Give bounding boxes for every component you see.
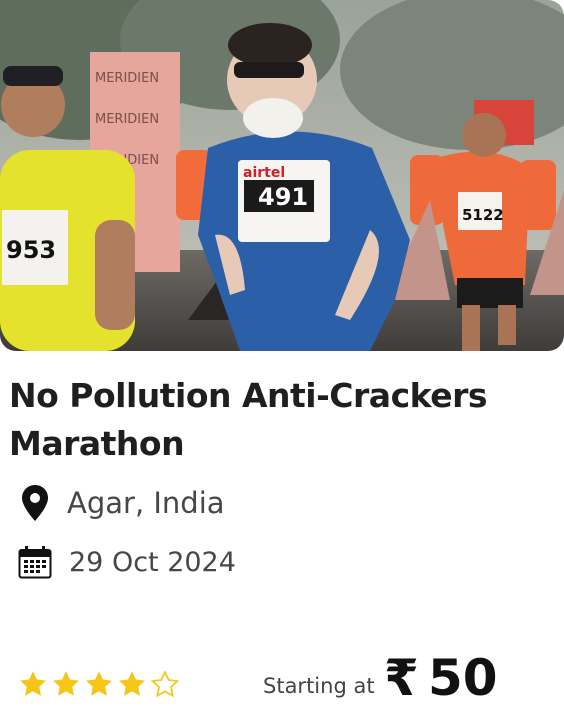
bib-491: 491 bbox=[258, 183, 308, 211]
event-date: 29 Oct 2024 bbox=[18, 543, 236, 581]
star-outline-icon bbox=[150, 670, 180, 698]
event-title[interactable]: No Pollution Anti-Crackers Marathon bbox=[9, 372, 549, 468]
star-filled-icon bbox=[119, 671, 145, 696]
rating-stars bbox=[18, 669, 180, 699]
star-filled-icon bbox=[86, 671, 112, 696]
event-photo[interactable]: MERIDIEN MERIDIEN MERIDIEN 953 bbox=[0, 0, 564, 351]
map-pin-icon bbox=[18, 484, 52, 522]
date-text: 29 Oct 2024 bbox=[69, 546, 236, 578]
location-text: Agar, India bbox=[67, 486, 225, 520]
star-filled-icon bbox=[20, 671, 46, 696]
event-location: Agar, India bbox=[18, 484, 225, 522]
price-amount: 50 bbox=[428, 649, 498, 707]
event-card[interactable]: MERIDIEN MERIDIEN MERIDIEN 953 bbox=[0, 0, 564, 728]
bib-5122: 5122 bbox=[462, 206, 504, 224]
svg-text:MERIDIEN: MERIDIEN bbox=[95, 112, 159, 127]
calendar-icon bbox=[18, 543, 52, 581]
banner-text: MERIDIEN bbox=[95, 71, 159, 86]
marathon-photo-illustration: MERIDIEN MERIDIEN MERIDIEN 953 bbox=[0, 0, 564, 351]
sponsor-text: airtel bbox=[243, 165, 285, 181]
price-label: Starting at bbox=[263, 674, 375, 698]
star-filled-icon bbox=[53, 671, 79, 696]
currency-symbol: ₹ bbox=[384, 649, 419, 707]
bib-953: 953 bbox=[6, 236, 56, 264]
